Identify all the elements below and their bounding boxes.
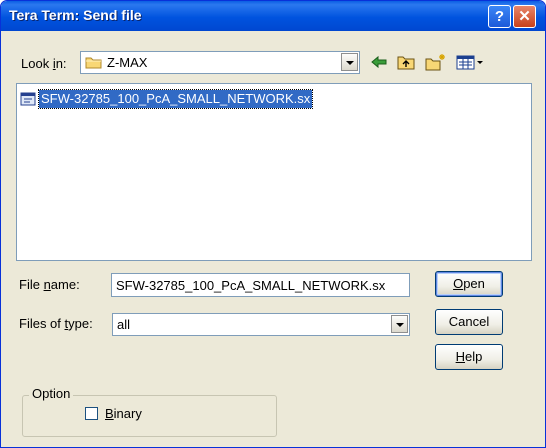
title-help-button[interactable]: ?: [488, 5, 511, 28]
back-arrow-icon: [371, 55, 387, 69]
binary-label[interactable]: Binary: [105, 406, 142, 421]
help-icon: ?: [494, 8, 505, 25]
view-menu-button[interactable]: [455, 51, 485, 73]
file-name-label-text: File name:: [19, 277, 80, 292]
back-button[interactable]: [368, 51, 390, 73]
help-button[interactable]: Help: [435, 344, 503, 370]
up-folder-icon: [397, 56, 415, 70]
look-in-label: Look in:: [21, 56, 67, 71]
cancel-button[interactable]: Cancel: [435, 309, 503, 335]
files-of-type-value: all: [117, 317, 131, 332]
files-of-type-dropdown-button[interactable]: [391, 315, 408, 333]
close-icon: ✕: [518, 8, 531, 25]
file-name-field[interactable]: [111, 273, 410, 297]
window-title: Tera Term: Send file: [9, 7, 142, 23]
new-folder-icon: [425, 54, 445, 71]
look-in-value: Z-MAX: [107, 55, 148, 70]
option-group-label: Option: [29, 386, 74, 401]
title-close-button[interactable]: ✕: [513, 5, 536, 28]
look-in-combo[interactable]: Z-MAX: [80, 51, 360, 74]
files-of-type-label: Files of type:: [19, 316, 93, 331]
send-file-dialog: Tera Term: Send file ? ✕ Look in: Z-MAX: [0, 0, 546, 448]
file-icon: [20, 92, 36, 106]
file-name-input[interactable]: [112, 274, 409, 296]
title-bar[interactable]: Tera Term: Send file ? ✕: [1, 1, 545, 31]
files-of-type-combo[interactable]: all: [112, 313, 410, 336]
binary-checkbox[interactable]: [85, 407, 98, 420]
option-groupbox: [22, 395, 277, 437]
view-menu-icon: [456, 55, 483, 70]
file-name-label: SFW-32785_100_PcA_SMALL_NETWORK.sx: [37, 89, 314, 109]
file-list[interactable]: SFW-32785_100_PcA_SMALL_NETWORK.sx: [16, 83, 532, 261]
up-one-level-button[interactable]: [395, 51, 417, 73]
folder-icon: [85, 57, 102, 69]
look-in-dropdown-button[interactable]: [341, 53, 358, 71]
open-button[interactable]: Open: [435, 271, 503, 297]
new-folder-button[interactable]: [424, 51, 446, 73]
